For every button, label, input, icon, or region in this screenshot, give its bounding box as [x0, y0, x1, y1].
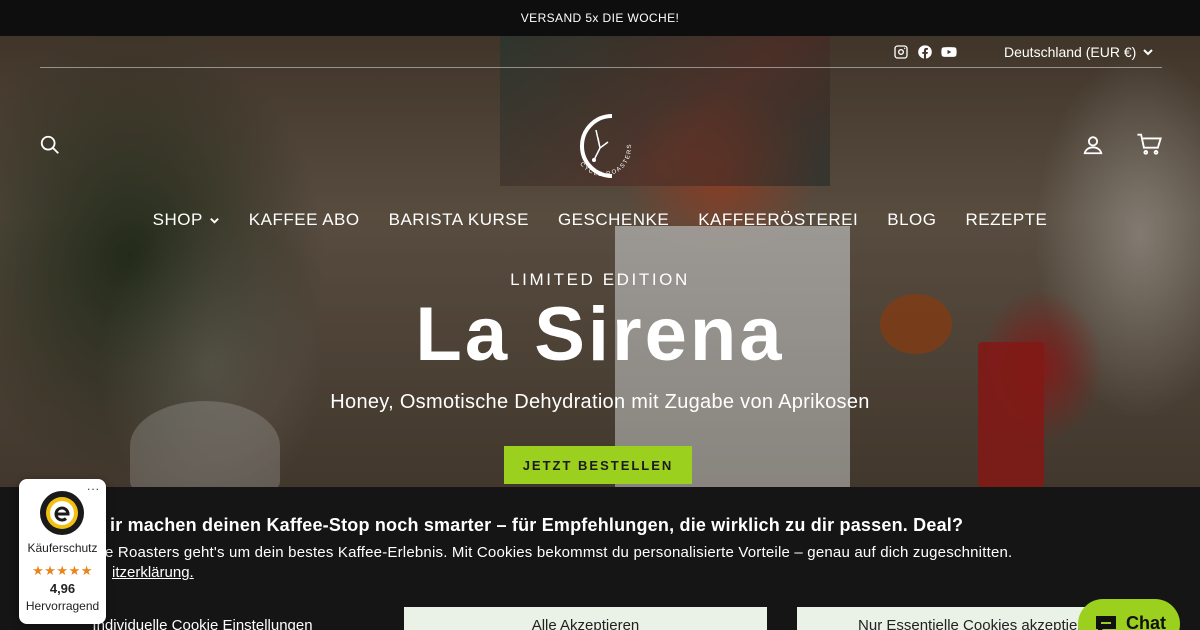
- main-navigation: SHOP KAFFEE ABO BARISTA KURSE GESCHENKE …: [0, 206, 1200, 234]
- nav-item-label: GESCHENKE: [557, 210, 670, 229]
- nav-item-kaffeeroesterei[interactable]: KAFFEERÖSTEREI: [698, 206, 858, 234]
- nav-item-label: KAFFEERÖSTEREI: [698, 210, 859, 229]
- nav-item-shop[interactable]: SHOP: [153, 206, 220, 234]
- instagram-icon[interactable]: [892, 44, 910, 60]
- star-rating-icon: ★★★★★: [32, 563, 93, 578]
- youtube-icon[interactable]: [940, 44, 958, 60]
- search-icon[interactable]: [38, 133, 62, 157]
- order-now-button[interactable]: JETZT BESTELLEN: [504, 446, 692, 484]
- accept-all-button[interactable]: Alle Akzeptieren: [404, 607, 767, 630]
- nav-item-barista-kurse[interactable]: BARISTA KURSE: [389, 206, 529, 234]
- chat-bubble-icon: [1096, 616, 1116, 630]
- announcement-text: VERSAND 5x DIE WOCHE!: [520, 11, 680, 25]
- trust-rating-text: Hervorragend: [25, 599, 100, 613]
- country-selector[interactable]: Deutschland (EUR €): [1004, 44, 1154, 60]
- hero-overlay: [0, 36, 1200, 487]
- trust-badge-label: Käuferschutz: [27, 541, 98, 555]
- nav-item-label: SHOP: [152, 210, 203, 229]
- nav-item-kaffee-abo[interactable]: KAFFEE ABO: [249, 206, 360, 234]
- nav-item-geschenke[interactable]: GESCHENKE: [558, 206, 669, 234]
- nav-item-label: BLOG: [887, 210, 937, 229]
- cycle-roasters-logo[interactable]: CYCLE ROASTERS: [560, 108, 636, 184]
- country-selector-label: Deutschland (EUR €): [1004, 44, 1137, 60]
- hero-headline: La Sirena: [415, 292, 785, 377]
- cookie-banner: ir machen deinen Kaffee-Stop noch smarte…: [0, 487, 1200, 630]
- chat-label: Chat: [1126, 613, 1166, 630]
- chevron-down-icon: [1143, 49, 1153, 56]
- trust-score: 4,96: [49, 581, 76, 596]
- cookie-banner-title: ir machen deinen Kaffee-Stop noch smarte…: [110, 515, 964, 535]
- hero-subline: Honey, Osmotische Dehydration mit Zugabe…: [330, 391, 870, 413]
- facebook-icon[interactable]: [916, 44, 934, 60]
- nav-item-label: BARISTA KURSE: [388, 210, 529, 229]
- chevron-down-icon: [209, 217, 219, 224]
- trusted-shops-badge[interactable]: ... Käuferschutz ★★★★★ 4,96 Hervorragend: [19, 479, 106, 624]
- cookie-banner-text: e Roasters geht's um dein bestes Kaffee-…: [105, 544, 1013, 561]
- nav-item-blog[interactable]: BLOG: [887, 206, 936, 234]
- announcement-bar: VERSAND 5x DIE WOCHE!: [0, 0, 1200, 36]
- chat-button[interactable]: Chat: [1078, 599, 1180, 630]
- hero-eyebrow: LIMITED EDITION: [510, 270, 690, 289]
- account-icon[interactable]: [1081, 133, 1105, 157]
- nav-item-label: REZEPTE: [965, 210, 1048, 229]
- nav-item-rezepte[interactable]: REZEPTE: [965, 206, 1047, 234]
- more-options-icon[interactable]: ...: [87, 479, 100, 493]
- cart-icon[interactable]: [1135, 130, 1163, 158]
- nav-item-label: KAFFEE ABO: [248, 210, 360, 229]
- hero-banner: [0, 36, 1200, 487]
- utility-bar: Deutschland (EUR €): [40, 36, 1162, 68]
- privacy-policy-link[interactable]: itzerklärung.: [112, 564, 194, 581]
- trusted-shops-seal-icon: [39, 490, 85, 536]
